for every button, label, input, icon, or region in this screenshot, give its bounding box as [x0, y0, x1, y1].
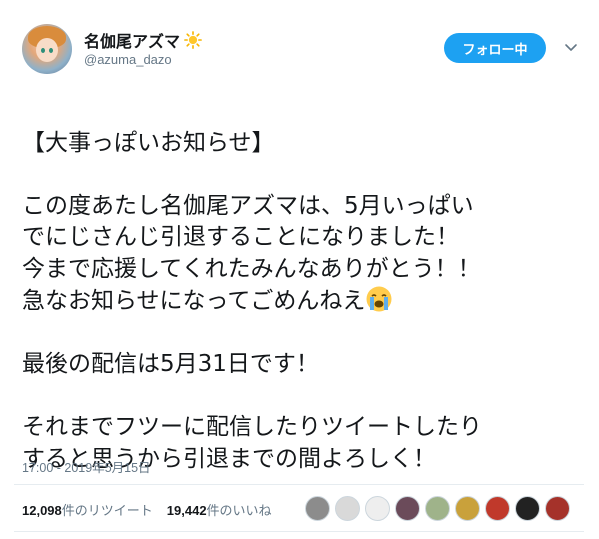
tweet-timestamp[interactable]: 17:00 - 2019年5月15日 — [22, 457, 151, 476]
liker-avatar[interactable] — [425, 496, 450, 521]
liker-avatar[interactable] — [485, 496, 510, 521]
tweet-text: 【大事っぽいお知らせ】 この度あたし名伽尾アズマは、5月いっぱい でにじさんじ引… — [22, 96, 582, 475]
user-handle[interactable]: @azuma_dazo — [84, 52, 172, 67]
like-label: 件のいいね — [206, 503, 272, 518]
retweet-stat[interactable]: 12,098件のリツイート — [22, 500, 153, 519]
liker-avatar[interactable] — [395, 496, 420, 521]
tweet-line: 【大事っぽいお知らせ】 — [22, 129, 275, 156]
avatar[interactable] — [22, 24, 72, 74]
chevron-down-icon[interactable] — [564, 40, 578, 54]
tweet-line: でにじさんじ引退することになりました！ — [22, 224, 459, 250]
retweet-count: 12,098 — [22, 503, 62, 518]
liker-avatar[interactable] — [545, 496, 570, 521]
retweet-label: 件のリツイート — [61, 503, 153, 518]
tweet-line: 急なお知らせになってごめんねえ — [22, 288, 366, 314]
divider — [14, 531, 584, 532]
tweet-line: 最後の配信は5月31日です！ — [22, 351, 319, 377]
tweet-line: この度あたし名伽尾アズマは、5月いっぱい — [22, 192, 474, 219]
liker-avatars — [305, 496, 570, 521]
following-button[interactable]: フォロー中 — [444, 33, 546, 63]
liker-avatar[interactable] — [365, 496, 390, 521]
sun-icon — [184, 31, 202, 49]
liker-avatar[interactable] — [335, 496, 360, 521]
display-name[interactable]: 名伽尾アズマ — [84, 28, 180, 52]
like-count: 19,442 — [166, 503, 207, 518]
crying-face-icon — [366, 286, 392, 312]
like-stat[interactable]: 19,442件のいいね — [167, 500, 272, 519]
user-name-row[interactable]: 名伽尾アズマ — [84, 28, 202, 52]
divider — [14, 484, 584, 485]
avatar-face — [36, 38, 58, 62]
avatar-eye-right — [49, 48, 53, 53]
tweet-stats: 12,098件のリツイート 19,442件のいいね — [22, 500, 272, 519]
liker-avatar[interactable] — [455, 496, 480, 521]
liker-avatar[interactable] — [515, 496, 540, 521]
tweet-line: 今まで応援してくれたみんなありがとう！！ — [22, 255, 481, 282]
liker-avatar[interactable] — [305, 496, 330, 521]
avatar-eye-left — [41, 48, 45, 53]
tweet-line: それまでフツーに配信したりツイートしたり — [22, 414, 482, 440]
